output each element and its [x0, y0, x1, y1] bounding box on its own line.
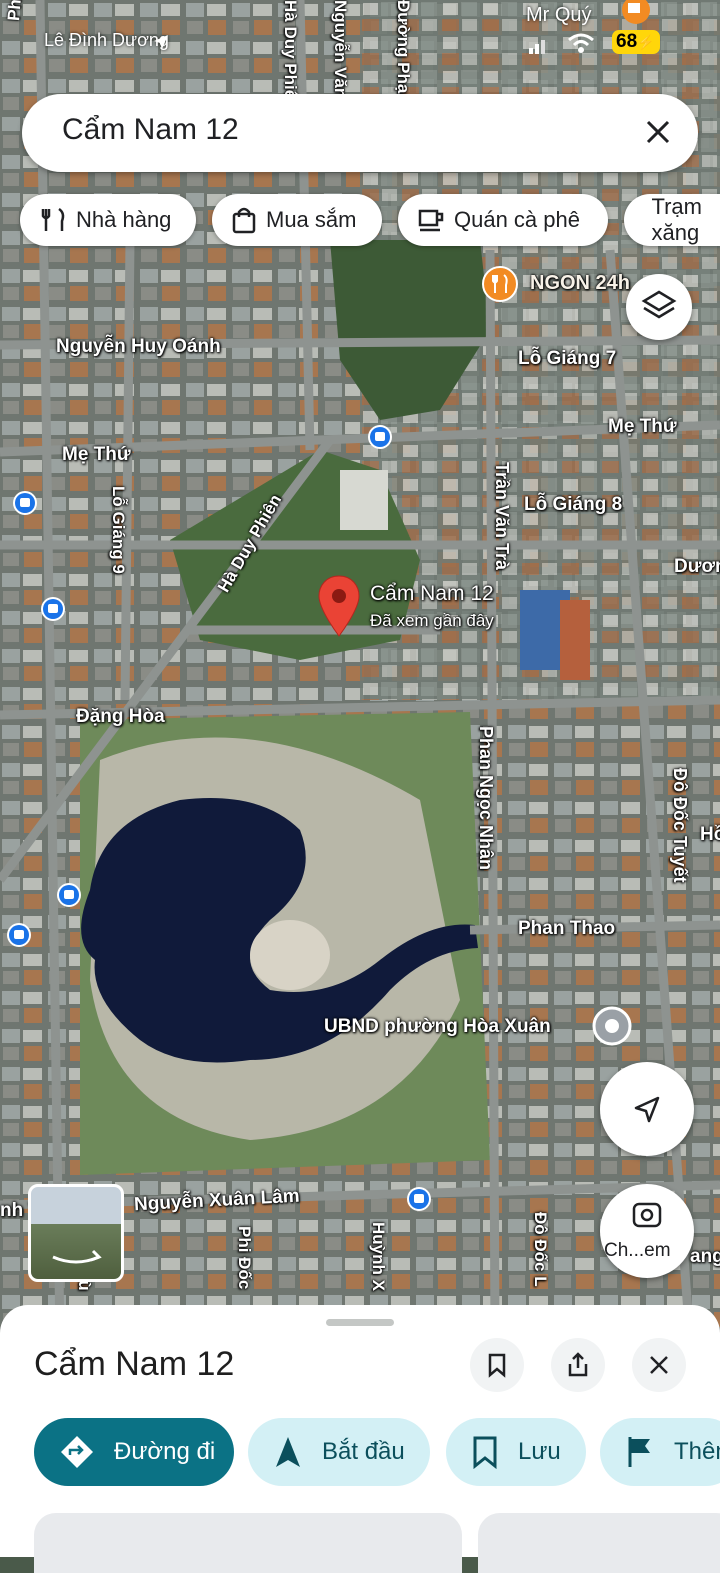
- location-arrow-icon: [154, 35, 168, 49]
- street-label: Đường Phạm: [394, 0, 413, 109]
- place-bottom-sheet[interactable]: Cẩm Nam 12 Đường đi Bắt đầu Lưu Thêm: [0, 1305, 720, 1573]
- search-input[interactable]: [60, 112, 624, 148]
- wifi-icon: [568, 33, 594, 53]
- battery-indicator: 68⚡: [612, 30, 660, 54]
- navigation-arrow-icon: [276, 1437, 300, 1467]
- search-bar[interactable]: [22, 94, 698, 172]
- battery-level: 68: [616, 31, 638, 52]
- gas-station-icon: [642, 205, 643, 235]
- navigation-arrow-icon: [634, 1096, 660, 1123]
- directions-button[interactable]: Đường đi: [34, 1418, 234, 1486]
- chip-gas-stations[interactable]: Trạm xăng: [624, 194, 720, 246]
- my-location-button[interactable]: [600, 1062, 694, 1156]
- street-label: Trần Văn Trà: [492, 462, 512, 571]
- bus-stop-icon[interactable]: [12, 490, 38, 516]
- close-sheet-button[interactable]: [632, 1338, 686, 1392]
- bookmark-icon: [488, 1353, 506, 1378]
- action-label: Đường đi: [114, 1438, 216, 1465]
- street-label: Đặng Hòa: [76, 706, 165, 727]
- add-label-button[interactable]: Thêm: [600, 1418, 720, 1486]
- action-label: Thêm: [674, 1438, 720, 1465]
- camera-icon: [632, 1202, 662, 1228]
- directions-icon: [61, 1436, 93, 1468]
- street-label: Dươn: [674, 556, 720, 577]
- street-label: Nguyễn Văn: [331, 0, 350, 99]
- street-label: ang: [690, 1246, 720, 1267]
- chip-label: Mua sắm: [266, 207, 357, 232]
- chip-label: Quán cà phê: [454, 207, 580, 232]
- close-icon: [650, 1356, 668, 1374]
- layers-icon: [641, 290, 677, 319]
- street-label: Hồ: [700, 824, 720, 845]
- drag-handle[interactable]: [326, 1319, 394, 1326]
- restaurant-poi-label[interactable]: NGON 24h: [530, 272, 630, 295]
- camera-search-button[interactable]: Ch...em: [600, 1184, 694, 1278]
- share-button[interactable]: [551, 1338, 605, 1392]
- chip-cafes[interactable]: Quán cà phê: [398, 194, 608, 246]
- photo-card[interactable]: [34, 1513, 462, 1573]
- camera-label: Ch...em: [604, 1240, 671, 1261]
- place-title: Cẩm Nam 12: [34, 1345, 235, 1383]
- street-label: Lỗ Giáng 9: [109, 486, 128, 574]
- chip-shopping[interactable]: Mua sắm: [212, 194, 382, 246]
- status-location: Lê Đình Dương: [44, 30, 169, 50]
- street-label: Nguyễn Huy Oánh: [56, 336, 221, 357]
- street-label: Đô Đốc Tuyết: [670, 768, 690, 883]
- save-button[interactable]: [470, 1338, 524, 1392]
- shopping-bag-icon: [232, 207, 256, 234]
- restaurant-poi-icon[interactable]: [482, 266, 518, 302]
- street-label: Phan Thao: [518, 918, 616, 939]
- photo-card[interactable]: [478, 1513, 720, 1573]
- bookmark-icon: [473, 1436, 497, 1469]
- chip-label: Nhà hàng: [76, 207, 172, 232]
- bus-stop-icon[interactable]: [6, 922, 32, 948]
- action-label: Bắt đầu: [322, 1438, 405, 1465]
- location-pin-icon[interactable]: [316, 574, 362, 638]
- street-label: Huỳnh X: [369, 1222, 388, 1291]
- bus-stop-icon[interactable]: [56, 882, 82, 908]
- carrier-label: Mr Quý: [526, 4, 592, 26]
- chip-restaurants[interactable]: Nhà hàng: [20, 194, 196, 246]
- pin-subtitle: Đã xem gần đây: [370, 611, 494, 630]
- ubnd-poi-label[interactable]: UBND phường Hòa Xuân: [324, 1016, 551, 1038]
- street-view-thumbnail[interactable]: [28, 1184, 124, 1282]
- action-label: Lưu: [518, 1438, 561, 1465]
- street-label: Phan Ngọc Nhân: [476, 726, 496, 871]
- street-label: Mẹ Thứ: [608, 416, 677, 437]
- government-poi-icon[interactable]: [592, 1006, 632, 1046]
- street-label: Mẹ Thứ: [62, 444, 131, 465]
- bus-stop-icon[interactable]: [367, 424, 393, 450]
- street-label: Lỗ Giáng 7: [518, 348, 617, 369]
- street-label: Đô Đốc L: [531, 1212, 550, 1287]
- bus-stop-icon[interactable]: [40, 596, 66, 622]
- save-action-button[interactable]: Lưu: [446, 1418, 586, 1486]
- share-icon: [568, 1352, 588, 1377]
- bus-stop-icon[interactable]: [406, 1186, 432, 1212]
- rotate-360-icon: [52, 1249, 102, 1264]
- restaurant-icon: [41, 207, 65, 231]
- street-label: Lỗ Giáng 8: [524, 494, 623, 515]
- coffee-poi-icon: [622, 0, 650, 24]
- start-button[interactable]: Bắt đầu: [248, 1418, 430, 1486]
- coffee-icon: [418, 209, 444, 232]
- chip-label: Trạm xăng: [651, 194, 702, 245]
- layers-button[interactable]: [626, 274, 692, 340]
- signal-icon: [529, 40, 545, 54]
- pin-title: Cẩm Nam 12: [370, 582, 494, 605]
- flag-icon: [628, 1437, 650, 1467]
- street-label: Phi Đốc: [235, 1226, 254, 1290]
- close-icon[interactable]: [640, 114, 676, 150]
